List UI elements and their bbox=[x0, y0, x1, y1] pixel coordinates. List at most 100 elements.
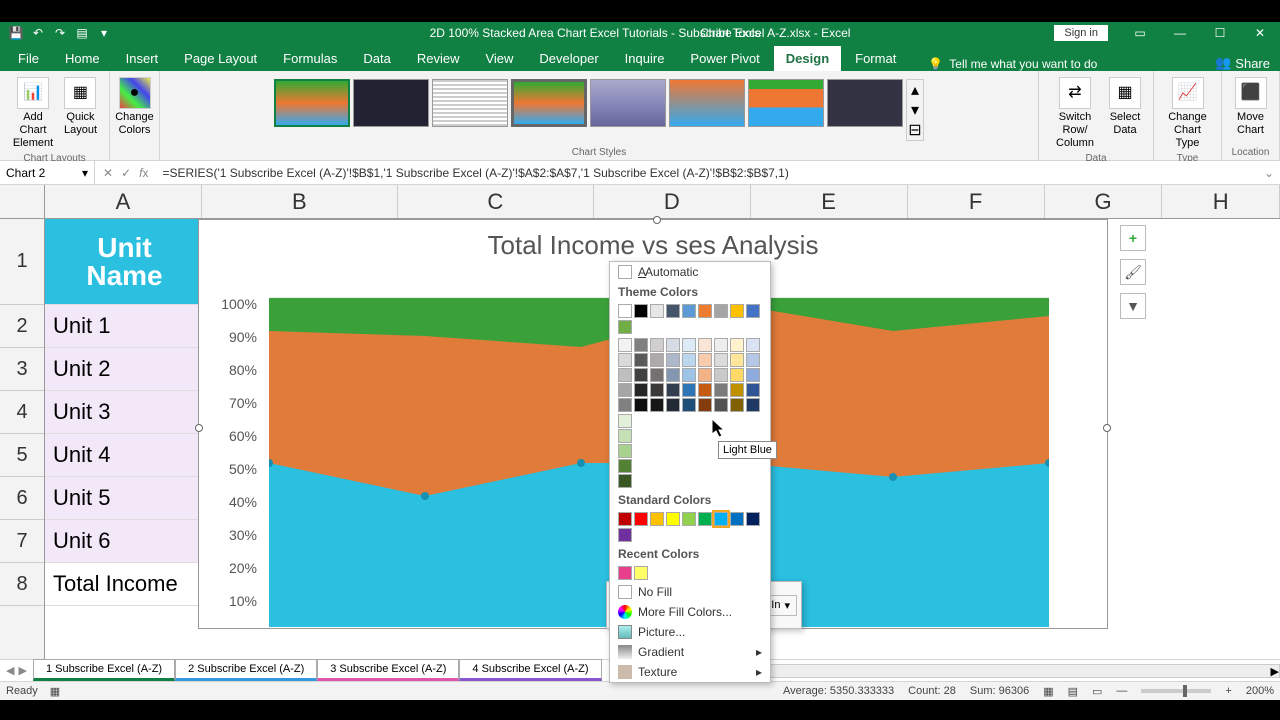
color-light-green[interactable] bbox=[682, 512, 696, 526]
recent-color[interactable] bbox=[634, 566, 648, 580]
row-4[interactable]: 4 bbox=[0, 391, 44, 434]
qat-icon[interactable]: ▤ bbox=[74, 25, 90, 41]
tab-file[interactable]: File bbox=[6, 46, 51, 71]
col-D[interactable]: D bbox=[594, 185, 751, 218]
color-swatch[interactable] bbox=[746, 304, 760, 318]
qat-dropdown-icon[interactable]: ▾ bbox=[96, 25, 112, 41]
chevron-down-icon[interactable]: ▾ bbox=[82, 166, 88, 180]
color-red[interactable] bbox=[634, 512, 648, 526]
color-orange[interactable] bbox=[650, 512, 664, 526]
switch-row-column-button[interactable]: ⇄Switch Row/ Column bbox=[1047, 75, 1103, 153]
row-7[interactable]: 7 bbox=[0, 520, 44, 563]
cell-A6[interactable]: Unit 5 bbox=[45, 477, 205, 520]
no-fill-option[interactable]: No Fill bbox=[610, 582, 770, 602]
tab-developer[interactable]: Developer bbox=[527, 46, 610, 71]
tab-page-layout[interactable]: Page Layout bbox=[172, 46, 269, 71]
row-2[interactable]: 2 bbox=[0, 305, 44, 348]
close-icon[interactable]: ✕ bbox=[1240, 22, 1280, 43]
undo-icon[interactable]: ↶ bbox=[30, 25, 46, 41]
color-blue[interactable] bbox=[730, 512, 744, 526]
cell-A2[interactable]: Unit 1 bbox=[45, 305, 205, 348]
redo-icon[interactable]: ↷ bbox=[52, 25, 68, 41]
share-button[interactable]: 👥Share bbox=[1215, 55, 1270, 71]
move-chart-button[interactable]: ⬛Move Chart bbox=[1230, 75, 1271, 139]
change-colors-button[interactable]: ●Change Colors bbox=[111, 75, 158, 139]
formula-input[interactable]: =SERIES('1 Subscribe Excel (A-Z)'!$B$1,'… bbox=[156, 166, 1257, 180]
automatic-option[interactable]: AAutomatic bbox=[610, 262, 770, 282]
cell-A7[interactable]: Unit 6 bbox=[45, 520, 205, 563]
color-swatch[interactable] bbox=[714, 304, 728, 318]
picture-option[interactable]: Picture... bbox=[610, 622, 770, 642]
cell-A4[interactable]: Unit 3 bbox=[45, 391, 205, 434]
chart-styles-gallery[interactable]: ▴ ▾ ⊟ bbox=[274, 75, 924, 141]
color-swatch[interactable] bbox=[698, 304, 712, 318]
cell-A1[interactable]: UnitName bbox=[45, 219, 205, 305]
add-chart-element-button[interactable]: 📊Add Chart Element bbox=[8, 75, 58, 153]
chart-title[interactable]: Total Income vs ses Analysis bbox=[199, 220, 1107, 265]
chart-style-4[interactable] bbox=[511, 79, 587, 127]
quick-layout-button[interactable]: ▦Quick Layout bbox=[60, 75, 101, 139]
gradient-option[interactable]: Gradient▸ bbox=[610, 642, 770, 662]
tab-format[interactable]: Format bbox=[843, 46, 908, 71]
color-swatch[interactable] bbox=[666, 304, 680, 318]
zoom-out[interactable]: — bbox=[1116, 685, 1127, 697]
row-3[interactable]: 3 bbox=[0, 348, 44, 391]
zoom-level[interactable]: 200% bbox=[1246, 685, 1274, 697]
zoom-in[interactable]: + bbox=[1225, 685, 1231, 697]
color-swatch[interactable] bbox=[634, 304, 648, 318]
row-8[interactable]: 8 bbox=[0, 563, 44, 606]
sheet-tab-2[interactable]: 2 Subscribe Excel (A-Z) bbox=[175, 659, 317, 681]
chart-style-2[interactable] bbox=[353, 79, 429, 127]
cancel-formula-icon[interactable]: ✕ bbox=[103, 166, 113, 180]
color-swatch[interactable] bbox=[650, 304, 664, 318]
color-swatch[interactable] bbox=[682, 304, 696, 318]
zoom-slider[interactable] bbox=[1141, 689, 1211, 693]
color-dark-red[interactable] bbox=[618, 512, 632, 526]
chart-style-5[interactable] bbox=[590, 79, 666, 127]
view-normal-icon[interactable]: ▦ bbox=[1043, 685, 1053, 698]
name-box[interactable]: Chart 2▾ bbox=[0, 161, 95, 184]
tab-review[interactable]: Review bbox=[405, 46, 472, 71]
maximize-icon[interactable]: ☐ bbox=[1200, 22, 1240, 43]
view-break-icon[interactable]: ▭ bbox=[1092, 685, 1102, 698]
cell-A5[interactable]: Unit 4 bbox=[45, 434, 205, 477]
color-yellow[interactable] bbox=[666, 512, 680, 526]
col-C[interactable]: C bbox=[398, 185, 594, 218]
color-purple[interactable] bbox=[618, 528, 632, 542]
color-swatch[interactable] bbox=[618, 320, 632, 334]
tab-power-pivot[interactable]: Power Pivot bbox=[678, 46, 771, 71]
tab-formulas[interactable]: Formulas bbox=[271, 46, 349, 71]
color-dark-blue[interactable] bbox=[746, 512, 760, 526]
cell-A3[interactable]: Unit 2 bbox=[45, 348, 205, 391]
color-light-blue[interactable] bbox=[714, 512, 728, 526]
col-A[interactable]: A bbox=[45, 185, 202, 218]
macro-icon[interactable]: ▦ bbox=[50, 685, 60, 698]
select-data-button[interactable]: ▦Select Data bbox=[1105, 75, 1145, 139]
ribbon-options-icon[interactable]: ▭ bbox=[1120, 22, 1160, 43]
recent-color[interactable] bbox=[618, 566, 632, 580]
styles-scroll-up[interactable]: ▴ bbox=[907, 80, 923, 100]
chart-style-8[interactable] bbox=[827, 79, 903, 127]
tab-next[interactable]: ▶ bbox=[18, 664, 26, 677]
fx-icon[interactable]: fx bbox=[139, 166, 148, 180]
tab-view[interactable]: View bbox=[473, 46, 525, 71]
tab-insert[interactable]: Insert bbox=[114, 46, 171, 71]
col-B[interactable]: B bbox=[202, 185, 398, 218]
chart-style-1[interactable] bbox=[274, 79, 350, 127]
styles-scroll-down[interactable]: ▾ bbox=[907, 100, 923, 120]
row-5[interactable]: 5 bbox=[0, 434, 44, 477]
minimize-icon[interactable]: — bbox=[1160, 22, 1200, 43]
col-G[interactable]: G bbox=[1045, 185, 1163, 218]
col-F[interactable]: F bbox=[908, 185, 1045, 218]
save-icon[interactable]: 💾 bbox=[8, 25, 24, 41]
tab-prev[interactable]: ◀ bbox=[6, 664, 14, 677]
styles-more[interactable]: ⊟ bbox=[907, 120, 923, 140]
tab-inquire[interactable]: Inquire bbox=[613, 46, 677, 71]
chart-styles-button[interactable]: 🖌 bbox=[1120, 259, 1146, 285]
color-swatch[interactable] bbox=[730, 304, 744, 318]
tell-me-search[interactable]: 💡Tell me what you want to do bbox=[928, 57, 1097, 71]
tab-home[interactable]: Home bbox=[53, 46, 112, 71]
color-green[interactable] bbox=[698, 512, 712, 526]
texture-option[interactable]: Texture▸ bbox=[610, 662, 770, 682]
row-1[interactable]: 1 bbox=[0, 219, 44, 305]
